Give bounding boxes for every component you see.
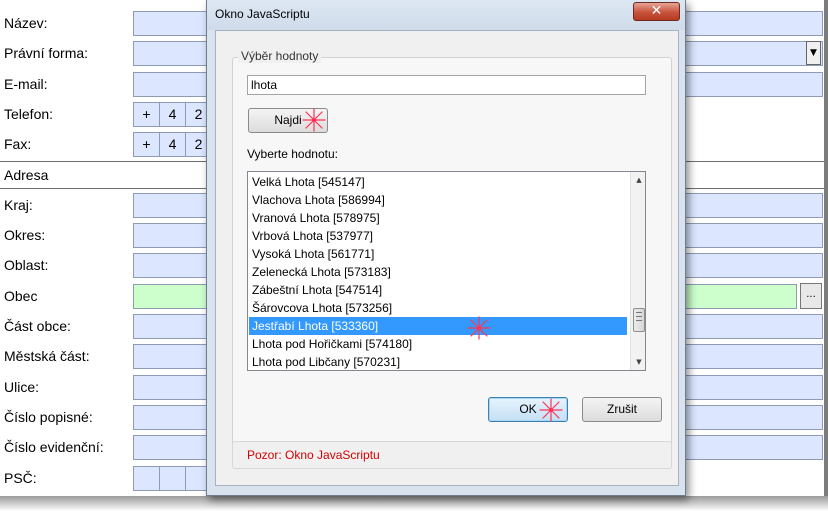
field-label: Oblast: [4, 257, 49, 273]
digit-cell[interactable]: + [133, 102, 160, 127]
value-listbox[interactable]: Velká Lhota [545147] Vlachova Lhota [5869… [247, 171, 646, 371]
warning-box: Pozor: Okno JavaScriptu [232, 441, 672, 469]
field-label: Číslo evidenční: [4, 439, 104, 455]
digit-cell[interactable]: 4 [159, 102, 186, 127]
list-item[interactable]: Zábeštní Lhota [547514] [249, 281, 627, 299]
section-title: Adresa [4, 167, 49, 183]
cancel-button-label: Zrušit [607, 402, 637, 416]
window-shadow [0, 496, 828, 511]
field-label: Fax: [4, 136, 32, 152]
digit-cell[interactable]: 4 [159, 132, 186, 157]
scroll-down-icon[interactable]: ▼ [631, 354, 645, 370]
close-icon: ✕ [650, 3, 663, 19]
window-edge [824, 0, 828, 511]
field-label: Ulice: [4, 379, 40, 395]
field-label: Název: [4, 15, 48, 31]
field-label: Obec [4, 288, 38, 304]
field-label: Městská část: [4, 348, 90, 364]
field-label: Část obce: [4, 318, 71, 334]
dialog-body: Výběr hodnoty lhota Najdi Vyberte hodnot… [215, 30, 679, 486]
chevron-down-icon[interactable]: ▼ [806, 41, 821, 65]
listbox-scrollbar[interactable]: ▲ ▼ [630, 172, 645, 370]
list-item[interactable]: Zelenecká Lhota [573183] [249, 263, 627, 281]
warning-text: Pozor: Okno JavaScriptu [247, 448, 380, 462]
list-item[interactable]: Lhota pod Hořičkami [574180] [249, 335, 627, 353]
field-label: E-mail: [4, 76, 48, 92]
list-item[interactable]: Vysoká Lhota [561771] [249, 245, 627, 263]
list-item[interactable]: Lhota pod Libčany [570231] [249, 353, 627, 370]
cancel-button[interactable]: Zrušit [582, 397, 662, 422]
search-input[interactable]: lhota [247, 75, 646, 95]
list-label: Vyberte hodnotu: [247, 147, 338, 161]
digit-cell[interactable] [159, 466, 186, 491]
list-item[interactable]: Velká Lhota [545147] [249, 173, 627, 191]
ok-button-label: OK [519, 402, 537, 416]
close-button[interactable]: ✕ [633, 2, 680, 21]
scrollbar-thumb[interactable] [633, 308, 645, 332]
find-button-label: Najdi [274, 113, 302, 127]
field-label: Číslo popisné: [4, 409, 93, 425]
dialog-titlebar[interactable]: Okno JavaScriptu ✕ [207, 0, 685, 30]
digit-cell[interactable]: + [133, 132, 160, 157]
list-item[interactable]: Vrbová Lhota [537977] [249, 227, 627, 245]
group-title: Výběr hodnoty [238, 49, 322, 63]
list-item[interactable]: Jestřabí Lhota [533360] [249, 317, 627, 335]
digit-cell[interactable] [133, 466, 160, 491]
scroll-up-icon[interactable]: ▲ [631, 172, 645, 188]
dialog-title: Okno JavaScriptu [215, 7, 310, 21]
field-label: Telefon: [4, 106, 54, 122]
field-label: PSČ: [4, 470, 37, 486]
field-label: Právní forma: [4, 45, 89, 61]
field-label: Kraj: [4, 197, 33, 213]
list-item[interactable]: Vlachova Lhota [586994] [249, 191, 627, 209]
field-label: Okres: [4, 227, 46, 243]
obec-picker-button[interactable]: ... [800, 283, 822, 309]
list-item[interactable]: Šárovcova Lhota [573256] [249, 299, 627, 317]
list-item[interactable]: Vranová Lhota [578975] [249, 209, 627, 227]
javascript-dialog: Okno JavaScriptu ✕ Výběr hodnoty lhota N… [206, 0, 686, 496]
